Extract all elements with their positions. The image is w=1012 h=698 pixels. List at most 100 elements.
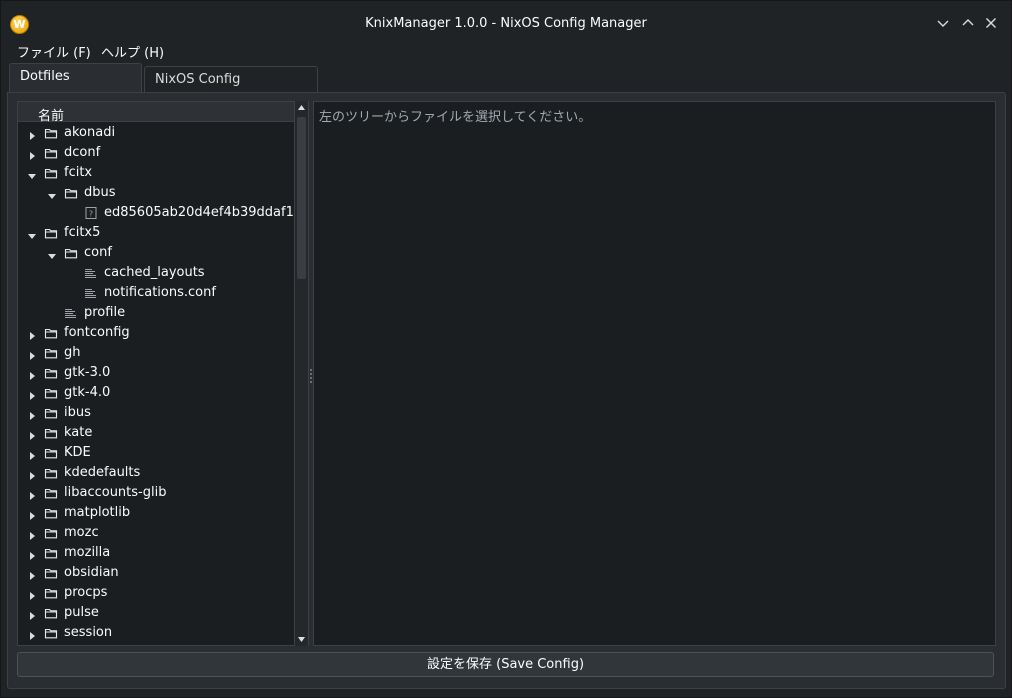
collapsed-arrow-icon[interactable] (28, 349, 36, 360)
folder-icon (44, 606, 58, 620)
tree-row[interactable]: ibus (18, 403, 294, 423)
tree-scrollbar[interactable] (294, 101, 308, 646)
tree-rows: akonadi dconf fcitx dbus ? ed85605ab20d4ef4b3… (18, 123, 307, 643)
tree-row-label: profile (84, 305, 126, 320)
menu-help[interactable]: ヘルプ (H) (101, 42, 164, 61)
tab-bar: Dotfiles (~/.config) NixOS Config (/etc/… (1, 63, 1011, 113)
collapsed-arrow-icon[interactable] (28, 509, 36, 520)
tab-nixos-config[interactable]: NixOS Config (/etc/nixos) (144, 66, 318, 113)
maximize-button[interactable] (959, 15, 977, 33)
tree-header-label: 名前 (38, 109, 65, 124)
save-config-button[interactable]: 設定を保存 (Save Config) (17, 652, 994, 677)
collapsed-arrow-icon[interactable] (28, 549, 36, 560)
close-button[interactable] (982, 15, 1000, 33)
tree-row[interactable]: obsidian (18, 563, 294, 583)
folder-icon (44, 226, 58, 240)
collapsed-arrow-icon[interactable] (28, 329, 36, 340)
tree-row-label: pulse (64, 605, 99, 620)
folder-icon (44, 506, 58, 520)
collapsed-arrow-icon[interactable] (28, 429, 36, 440)
tree-row[interactable]: dconf (18, 143, 294, 163)
tree-row-label: notifications.conf (104, 285, 216, 300)
collapsed-arrow-icon[interactable] (28, 569, 36, 580)
expanded-arrow-icon[interactable] (28, 169, 36, 179)
tree-row[interactable]: kdedefaults (18, 463, 294, 483)
menu-bar: ファイル (F) ヘルプ (H) (1, 38, 1011, 61)
collapsed-arrow-icon[interactable] (28, 449, 36, 460)
tree-row[interactable]: akonadi (18, 123, 294, 143)
editor-placeholder: 左のツリーからファイルを選択してください。 (319, 110, 592, 125)
tree-row[interactable]: gtk-4.0 (18, 383, 294, 403)
folder-icon (44, 146, 58, 160)
chevron-up-icon (962, 19, 974, 26)
tree-row-label: mozilla (64, 545, 111, 560)
tree-row[interactable]: profile (18, 303, 294, 323)
svg-text:?: ? (89, 210, 93, 219)
collapsed-arrow-icon[interactable] (28, 149, 36, 160)
folder-icon (44, 326, 58, 340)
tree-row-label: fcitx5 (64, 225, 101, 240)
collapsed-arrow-icon[interactable] (28, 389, 36, 400)
minimize-button[interactable] (934, 15, 952, 33)
menu-file[interactable]: ファイル (F) (17, 42, 91, 61)
expanded-arrow-icon[interactable] (48, 189, 56, 199)
unknown-file-icon: ? (84, 206, 98, 220)
tree-row[interactable]: mozilla (18, 543, 294, 563)
editor-pane[interactable]: 左のツリーからファイルを選択してください。 (313, 101, 996, 646)
tree-row[interactable]: notifications.conf (18, 283, 294, 303)
tree-row-label: gtk-3.0 (64, 365, 111, 380)
tree-row[interactable]: conf (18, 243, 294, 263)
tree-row[interactable]: pulse (18, 603, 294, 623)
scroll-up-arrow[interactable] (295, 101, 308, 114)
collapsed-arrow-icon[interactable] (28, 589, 36, 600)
tree-header-name[interactable]: 名前 (18, 102, 294, 124)
tree-row[interactable]: fontconfig (18, 323, 294, 343)
tree-row[interactable]: libaccounts-glib (18, 483, 294, 503)
tree-row[interactable]: gh (18, 343, 294, 363)
tree-row-label: kate (64, 425, 93, 440)
tree-row[interactable]: mozc (18, 523, 294, 543)
text-file-icon (84, 266, 98, 280)
collapsed-arrow-icon[interactable] (28, 609, 36, 620)
collapsed-arrow-icon[interactable] (28, 529, 36, 540)
tree-row[interactable]: ? ed85605ab20d4ef4b39ddaf1… (18, 203, 307, 223)
folder-icon (44, 166, 58, 180)
folder-icon (44, 346, 58, 360)
collapsed-arrow-icon[interactable] (28, 129, 36, 140)
scroll-thumb[interactable] (297, 117, 306, 279)
tree-row-label: dconf (64, 145, 101, 160)
tree-row-label: fcitx (64, 165, 93, 180)
tree-row[interactable]: fcitx5 (18, 223, 294, 243)
folder-icon (44, 546, 58, 560)
folder-icon (44, 386, 58, 400)
tree-row-label: session (64, 625, 113, 640)
collapsed-arrow-icon[interactable] (28, 409, 36, 420)
tree-row-label: obsidian (64, 565, 119, 580)
tree-row[interactable]: procps (18, 583, 294, 603)
tree-row-label: dbus (84, 185, 116, 200)
tree-row[interactable]: cached_layouts (18, 263, 294, 283)
collapsed-arrow-icon[interactable] (28, 469, 36, 480)
tab-dotfiles[interactable]: Dotfiles (~/.config) (9, 63, 142, 110)
title-bar[interactable]: W KnixManager 1.0.0 - NixOS Config Manag… (1, 1, 1011, 38)
tree-row[interactable]: kate (18, 423, 294, 443)
collapsed-arrow-icon[interactable] (28, 369, 36, 380)
collapsed-arrow-icon[interactable] (28, 629, 36, 640)
expanded-arrow-icon[interactable] (48, 249, 56, 259)
tree-row[interactable]: fcitx (18, 163, 294, 183)
expanded-arrow-icon[interactable] (28, 229, 36, 239)
tree-row[interactable]: matplotlib (18, 503, 294, 523)
tree-row[interactable]: gtk-3.0 (18, 363, 294, 383)
folder-icon (44, 406, 58, 420)
text-file-icon (84, 286, 98, 300)
file-tree[interactable]: 名前 akonadi dconf fcitx dbus ? ed85605ab20d4ef… (17, 101, 309, 646)
scroll-down-arrow[interactable] (295, 633, 308, 646)
tree-row-label: KDE (64, 445, 91, 460)
tree-row-label: matplotlib (64, 505, 131, 520)
tree-row[interactable]: session (18, 623, 294, 643)
tree-row[interactable]: dbus (18, 183, 294, 203)
app-window: W KnixManager 1.0.0 - NixOS Config Manag… (0, 0, 1012, 698)
tree-row[interactable]: KDE (18, 443, 294, 463)
collapsed-arrow-icon[interactable] (28, 489, 36, 500)
chevron-down-icon (937, 20, 949, 27)
